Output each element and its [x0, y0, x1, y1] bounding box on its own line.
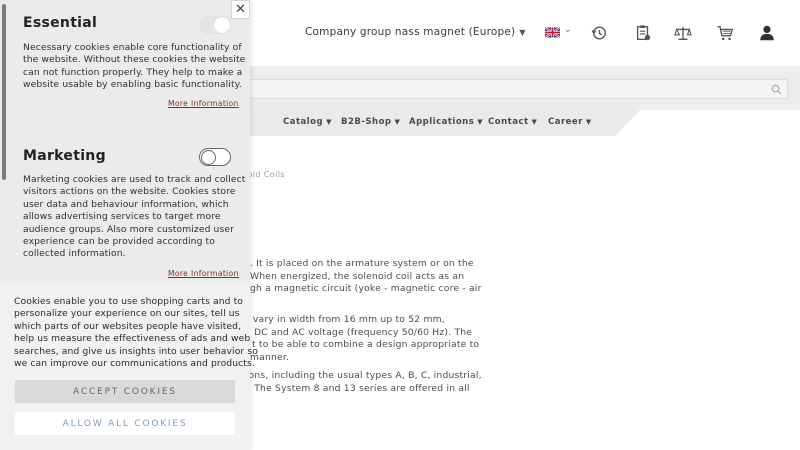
chevron-down-icon: ▼: [477, 118, 484, 126]
summary-line: searches, and give us insights into user…: [14, 345, 258, 357]
clipboard-icon[interactable]: [633, 24, 653, 42]
content-line: e. It is placed on the armature system o…: [244, 258, 474, 269]
summary-line: we can improve our communications and pr…: [14, 358, 255, 370]
description-line: collected information.: [23, 248, 126, 260]
marketing-more-information-link[interactable]: More Information: [168, 269, 239, 278]
toggle-knob: [214, 17, 230, 33]
essential-toggle[interactable]: [199, 16, 231, 34]
search-icon[interactable]: [771, 84, 782, 95]
company-group-selector[interactable]: Company group nass magnet (Europe) ▼: [305, 26, 526, 38]
marketing-toggle[interactable]: [199, 148, 231, 166]
essential-description: Necessary cookies enable core functional…: [23, 42, 245, 92]
description-line: user data and behaviour information, whi…: [23, 198, 229, 210]
content-line: DC and AC voltage (frequency 50/60 Hz). …: [254, 326, 473, 338]
summary-line: Cookies enable you to use shopping carts…: [14, 296, 243, 307]
nav-item-label: Contact: [488, 117, 529, 127]
toggle-knob: [201, 149, 216, 165]
content-line: gh a magnetic circuit (yoke - magnetic c…: [250, 283, 482, 294]
essential-more-information-link[interactable]: More Information: [168, 99, 239, 108]
allow-all-cookies-button[interactable]: ALLOW ALL COOKIES: [15, 412, 235, 435]
chevron-down-icon: ▼: [585, 118, 592, 126]
summary-line: personalize your experience on our sites…: [14, 308, 240, 320]
description-line: Marketing cookies are used to track and …: [23, 174, 246, 185]
cookie-consent-panel: Essential Necessary cookies enable core …: [0, 0, 258, 450]
uk-flag-icon[interactable]: [545, 27, 560, 38]
content-line: ls vary in width from 16 mm up to 52 mm,: [242, 314, 445, 325]
content-line: manner.: [250, 351, 290, 363]
description-line: experience can be provided according to: [23, 236, 215, 248]
nav-item-catalog[interactable]: Catalog ▼: [283, 117, 332, 127]
chevron-down-icon: ▼: [326, 118, 333, 126]
nav-item-career[interactable]: Career ▼: [548, 117, 592, 127]
company-group-label: Company group nass magnet (Europe): [305, 26, 516, 38]
description-line: audience groups. Also more customized us…: [23, 223, 234, 235]
content-paragraph: tions, including the usual types A, B, C…: [240, 370, 482, 395]
content-line: t to be able to combine a design appropr…: [252, 339, 480, 350]
cookie-settings-scroll-area[interactable]: Essential Necessary cookies enable core …: [0, 0, 250, 283]
chevron-down-icon: ▼: [394, 118, 401, 126]
essential-title: Essential: [23, 15, 98, 31]
content-paragraph: e. It is placed on the armature system o…: [240, 258, 482, 296]
nav-item-label: B2B-Shop: [341, 117, 392, 127]
marketing-description: Marketing cookies are used to track and …: [23, 174, 245, 261]
history-icon[interactable]: [589, 24, 609, 42]
nav-item-label: Catalog: [283, 117, 324, 127]
chevron-down-icon: ▼: [519, 27, 526, 37]
nav-item-label: Applications: [409, 117, 475, 127]
content-line: . The System 8 and 13 series are offered…: [248, 382, 470, 394]
content-line: tions, including the usual types A, B, C…: [242, 370, 482, 381]
user-icon[interactable]: [757, 24, 777, 42]
search-input[interactable]: [240, 79, 788, 99]
accept-cookies-button[interactable]: ACCEPT COOKIES: [15, 380, 235, 403]
description-line: website usable by enabling basic functio…: [23, 79, 242, 91]
description-line: the website. Without these cookies the w…: [23, 54, 246, 66]
nav-item-contact[interactable]: Contact ▼: [488, 117, 537, 127]
cart-icon[interactable]: [715, 24, 735, 42]
language-chevron-icon[interactable]: ⌄: [564, 25, 572, 35]
description-line: visitors actions on the website. Cookies…: [23, 186, 236, 198]
marketing-title: Marketing: [23, 148, 106, 164]
nav-item-applications[interactable]: Applications ▼: [409, 117, 483, 127]
compare-scale-icon[interactable]: [673, 24, 693, 42]
chevron-down-icon: ▼: [531, 118, 538, 126]
summary-line: which parts of our websites people have …: [14, 320, 242, 332]
description-line: Necessary cookies enable core functional…: [23, 42, 242, 53]
summary-line: help us measure the effectiveness of ads…: [14, 333, 251, 345]
close-icon[interactable]: ✕: [231, 0, 250, 19]
description-line: allows advertising services to target mo…: [23, 211, 221, 223]
cookie-summary-text: Cookies enable you to use shopping carts…: [14, 296, 258, 370]
description-line: can not function properly. They help to …: [23, 66, 243, 78]
content-paragraph: ls vary in width from 16 mm up to 52 mm,…: [240, 314, 479, 364]
scrollbar[interactable]: [2, 4, 6, 180]
nav-item-b2b-shop[interactable]: B2B-Shop ▼: [341, 117, 400, 127]
nav-item-label: Career: [548, 117, 583, 127]
content-line: When energized, the solenoid coil acts a…: [250, 270, 465, 282]
